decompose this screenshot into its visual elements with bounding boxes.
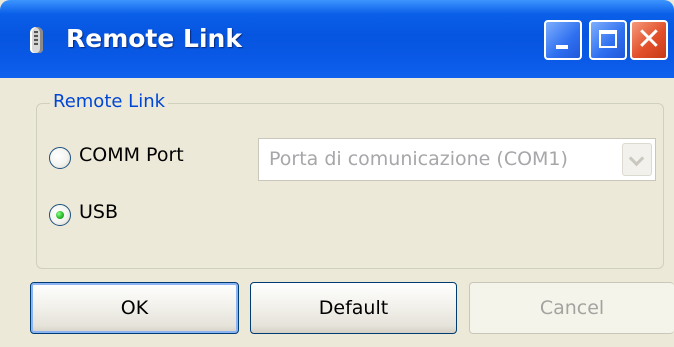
ok-button[interactable]: OK	[30, 282, 239, 334]
cancel-button-label: Cancel	[539, 297, 605, 319]
remote-link-dialog: Remote Link ✕ Remote Link COMM Port Port…	[0, 0, 674, 347]
close-button[interactable]: ✕	[630, 20, 668, 60]
cancel-button[interactable]: Cancel	[469, 282, 674, 334]
minimize-button[interactable]	[544, 20, 582, 60]
radio-selected-dot	[56, 211, 64, 219]
close-icon: ✕	[636, 22, 662, 57]
title-bar[interactable]: Remote Link ✕	[0, 0, 674, 78]
usb-radio[interactable]	[49, 204, 71, 226]
maximize-icon	[599, 30, 617, 48]
comm-port-label[interactable]: COMM Port	[79, 144, 184, 166]
remote-device-icon	[30, 27, 43, 53]
remote-link-group	[36, 103, 664, 269]
port-select[interactable]: Porta di comunicazione (COM1)	[258, 138, 656, 181]
port-select-value: Porta di comunicazione (COM1)	[269, 148, 568, 170]
maximize-button[interactable]	[589, 20, 627, 60]
minimize-icon	[556, 45, 568, 49]
usb-label[interactable]: USB	[79, 201, 118, 223]
group-legend: Remote Link	[50, 91, 169, 112]
comm-port-radio[interactable]	[49, 147, 71, 169]
ok-button-label: OK	[120, 297, 149, 319]
window-title: Remote Link	[66, 24, 242, 53]
default-button-label: Default	[318, 297, 389, 319]
default-button[interactable]: Default	[250, 282, 457, 334]
chevron-down-icon[interactable]	[622, 143, 652, 176]
